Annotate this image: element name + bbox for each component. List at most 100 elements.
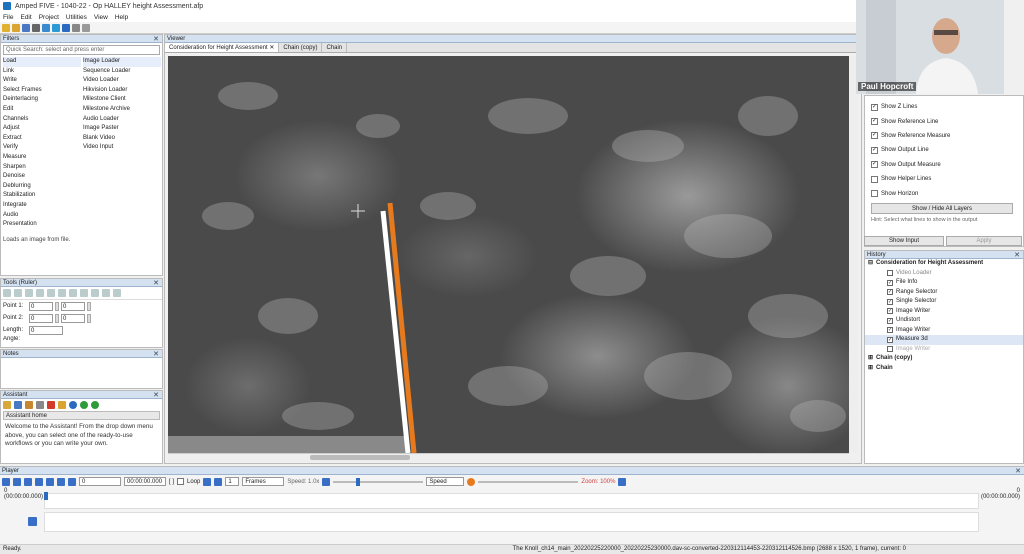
history-item[interactable]: ✓ Range Selector — [865, 288, 1023, 298]
step-forward-icon[interactable] — [24, 477, 32, 486]
frame-input[interactable]: 0 — [79, 477, 121, 486]
zoom-icon[interactable] — [467, 477, 476, 486]
checkbox[interactable]: ✓ — [871, 146, 878, 154]
filter-item[interactable]: Hikvision Loader — [83, 86, 161, 96]
fit-zoom-icon[interactable] — [618, 477, 627, 486]
history-item[interactable]: ✓ File Info — [865, 278, 1023, 288]
back-icon[interactable] — [80, 401, 88, 409]
forward-icon[interactable] — [91, 401, 99, 409]
option-show-reference-line[interactable]: ✓ Show Reference Line — [865, 114, 1023, 128]
history-item[interactable]: ✓ Undistort — [865, 316, 1023, 326]
point1-y-input[interactable]: 0 — [61, 301, 85, 311]
next-frame-icon[interactable] — [214, 477, 223, 486]
filter-item[interactable]: Blank Video — [83, 134, 161, 144]
scrollbar-thumb[interactable] — [310, 455, 410, 460]
filter-category[interactable]: Write — [3, 76, 81, 86]
menu-help[interactable]: Help — [115, 14, 128, 21]
history-item[interactable]: ✓ Image Writer — [865, 326, 1023, 336]
filter-category[interactable]: Audio — [3, 211, 81, 221]
ruler-tool-icon[interactable] — [58, 289, 66, 297]
close-icon[interactable]: ✕ — [153, 350, 159, 358]
play-icon[interactable] — [13, 477, 21, 486]
loop-range-icon[interactable] — [35, 477, 43, 486]
rotate-tool-icon[interactable] — [102, 289, 110, 297]
option-show-reference-measure[interactable]: ✓ Show Reference Measure — [865, 129, 1023, 143]
record-icon[interactable] — [36, 401, 44, 409]
filter-item[interactable]: Image Loader — [83, 57, 161, 67]
point2-y-input[interactable]: 0 — [61, 313, 85, 323]
edit-workflow-icon[interactable] — [14, 401, 22, 409]
option-show-output-measure[interactable]: ✓ Show Output Measure — [865, 158, 1023, 172]
timeline-cursor[interactable] — [44, 492, 48, 500]
checkbox[interactable] — [871, 175, 878, 183]
slider-handle[interactable] — [355, 477, 360, 486]
checkbox[interactable]: ✓ — [887, 317, 893, 324]
filter-icon[interactable] — [68, 477, 76, 486]
settings-icon[interactable] — [62, 23, 70, 32]
rectangle-tool-icon[interactable] — [69, 289, 77, 297]
history-item[interactable]: Video Loader — [865, 269, 1023, 279]
history-chain-copy[interactable]: ⊞ Chain (copy) — [865, 354, 1023, 364]
report-icon[interactable] — [42, 23, 50, 32]
mark-out-icon[interactable] — [57, 477, 65, 486]
crop-tool-icon[interactable] — [80, 289, 88, 297]
spin-icon[interactable] — [55, 313, 59, 323]
spin-icon[interactable] — [87, 301, 91, 311]
mark-in-icon[interactable] — [46, 477, 54, 486]
filter-category[interactable]: Extract — [3, 134, 81, 144]
checkbox[interactable]: ✓ — [887, 327, 893, 334]
close-icon[interactable]: ✕ — [1015, 467, 1021, 475]
step-input[interactable]: 1 — [225, 477, 240, 486]
filter-category[interactable]: Measure — [3, 153, 81, 163]
close-icon[interactable]: ✕ — [1014, 251, 1020, 259]
collapse-icon[interactable]: ⊟ — [868, 259, 873, 269]
checkbox[interactable]: ✓ — [887, 298, 893, 305]
filter-category[interactable]: Adjust — [3, 124, 81, 134]
zoom-slider[interactable] — [478, 480, 579, 483]
filter-category[interactable]: Edit — [3, 105, 81, 115]
select-tool-icon[interactable] — [25, 289, 33, 297]
timeline-track[interactable] — [44, 493, 979, 509]
new-workflow-icon[interactable] — [3, 401, 11, 409]
viewer-horizontal-scrollbar[interactable] — [168, 453, 849, 462]
checkbox[interactable]: ✓ — [871, 132, 878, 140]
filter-item[interactable]: Video Input — [83, 143, 161, 153]
filter-item[interactable]: Milestone Archive — [83, 105, 161, 115]
close-icon[interactable]: ✕ — [153, 279, 159, 287]
hand-tool-icon[interactable] — [36, 289, 44, 297]
option-show-output-line[interactable]: ✓ Show Output Line — [865, 143, 1023, 157]
show-input-button[interactable]: Show Input — [864, 236, 944, 246]
tab-chain[interactable]: Chain — [322, 43, 348, 52]
filter-item[interactable]: Milestone Client — [83, 95, 161, 105]
history-item[interactable]: ✓ Image Writer — [865, 307, 1023, 317]
menu-view[interactable]: View — [94, 14, 108, 21]
filter-category[interactable]: Denoise — [3, 172, 81, 182]
tab-chain-copy[interactable]: Chain (copy) — [279, 43, 323, 52]
filter-category[interactable]: Integrate — [3, 201, 81, 211]
history-item[interactable]: Image Writer — [865, 345, 1023, 355]
spin-icon[interactable] — [87, 313, 91, 323]
filter-category[interactable]: Channels — [3, 115, 81, 125]
checkbox[interactable]: ✓ — [871, 161, 878, 169]
fit-tool-icon[interactable] — [91, 289, 99, 297]
menu-project[interactable]: Project — [39, 14, 59, 21]
filter-category[interactable]: Sharpen — [3, 163, 81, 173]
open-folder-icon[interactable] — [12, 23, 20, 32]
undo-icon[interactable] — [72, 23, 80, 32]
filter-category[interactable]: Verify — [3, 143, 81, 153]
pan-tool-icon[interactable] — [14, 289, 22, 297]
reset-speed-icon[interactable] — [322, 477, 331, 486]
filter-category[interactable]: Link — [3, 67, 81, 77]
zoom-tool-icon[interactable] — [3, 289, 11, 297]
menu-file[interactable]: File — [3, 14, 13, 21]
history-chain[interactable]: ⊞ Chain — [865, 364, 1023, 374]
time-input[interactable]: 00:00:00.000 — [124, 477, 166, 486]
unit-select[interactable]: Frames — [242, 477, 285, 486]
apply-button[interactable]: Apply — [946, 236, 1022, 246]
filter-category[interactable]: Stabilization — [3, 191, 81, 201]
close-icon[interactable]: ✕ — [153, 35, 159, 43]
viewer-vertical-scrollbar[interactable] — [849, 56, 858, 453]
checkbox[interactable] — [887, 346, 893, 353]
crosshair-tool-icon[interactable] — [113, 289, 121, 297]
tab-consideration[interactable]: Consideration for Height Assessment ✕ — [165, 43, 280, 52]
